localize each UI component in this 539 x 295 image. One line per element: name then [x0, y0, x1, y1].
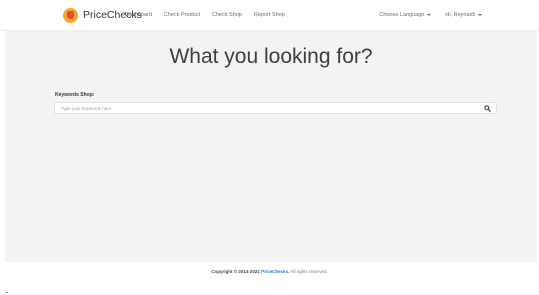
user-label: Hi, Reynaldi	[445, 12, 475, 18]
language-dropdown[interactable]: Choose Language	[379, 12, 432, 18]
main-nav: Dashboard Check Product Check Shop Repor…	[125, 0, 297, 30]
search-box	[54, 102, 497, 114]
nav-right: Choose Language Hi, Reynaldi	[365, 0, 482, 30]
search-input[interactable]	[55, 103, 475, 113]
footer: Copyright © 2014-2021 PriceChecks. All r…	[0, 269, 539, 274]
copyright-prefix: Copyright © 2014-2021	[211, 269, 260, 274]
language-label: Choose Language	[379, 12, 425, 18]
search-icon	[483, 104, 491, 112]
user-menu-dropdown[interactable]: Hi, Reynaldi	[445, 12, 482, 18]
caret-down-icon	[427, 14, 432, 16]
search-panel: What you looking for? Keywords Shop:	[5, 31, 537, 262]
keywords-label: Keywords Shop:	[55, 92, 95, 98]
search-button[interactable]	[481, 103, 493, 113]
footer-brand-link[interactable]: PriceChecks.	[261, 269, 289, 274]
nav-check-product[interactable]: Check Product	[164, 12, 200, 18]
logo-icon	[63, 7, 78, 23]
corner-mark	[6, 292, 8, 293]
nav-report-shop[interactable]: Report Shop	[254, 12, 285, 18]
caret-down-icon	[478, 14, 482, 16]
top-navbar: PriceChecks Dashboard Check Product Chec…	[0, 0, 539, 31]
nav-dashboard[interactable]: Dashboard	[125, 12, 152, 18]
copyright-suffix: All rights reserved.	[290, 269, 328, 274]
nav-check-shop[interactable]: Check Shop	[212, 12, 242, 18]
page-title: What you looking for?	[169, 45, 373, 68]
